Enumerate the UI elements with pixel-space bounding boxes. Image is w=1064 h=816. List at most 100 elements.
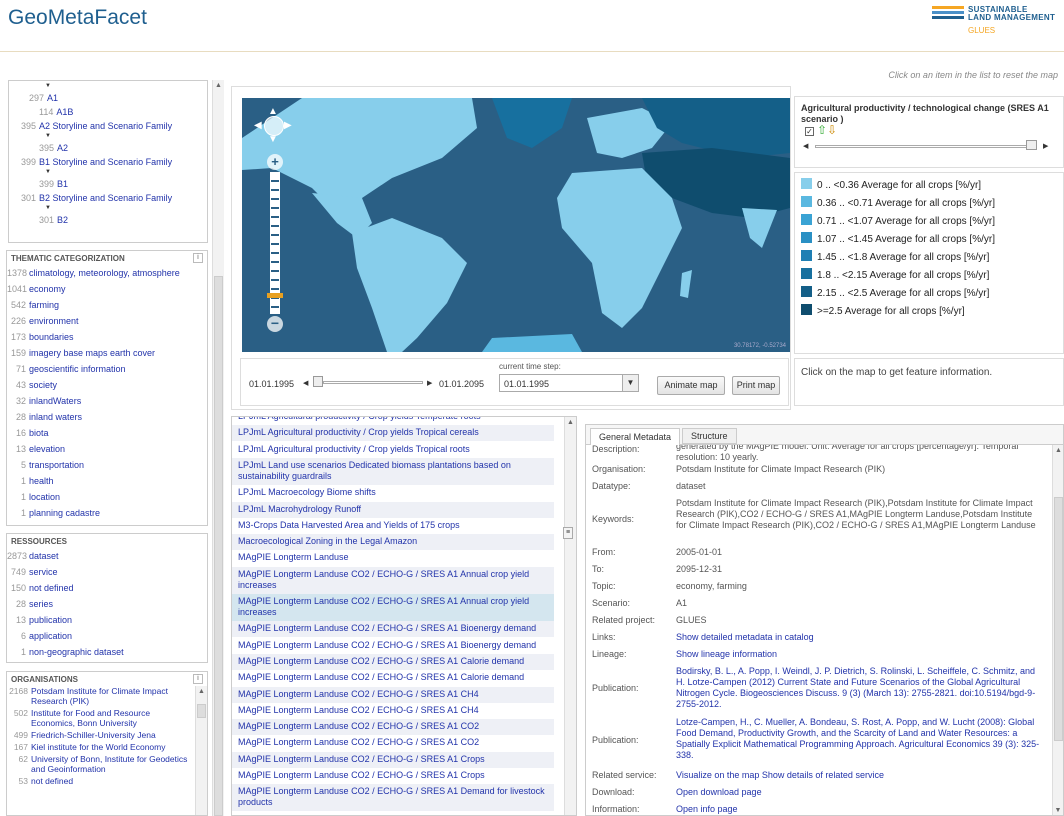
result-item[interactable]: MAgPIE Longterm Landuse CO2 / ECHO-G / S… xyxy=(232,621,554,638)
result-item[interactable]: MAgPIE Longterm Landuse CO2 / ECHO-G / S… xyxy=(232,751,554,768)
scenario-tree-item[interactable]: 114 A1B xyxy=(9,105,207,119)
thematic-item[interactable]: 28 inland waters xyxy=(7,409,207,425)
print-map-button[interactable]: Print map xyxy=(732,376,780,395)
result-item[interactable]: MAgPIE Longterm Landuse CO2 / ECHO-G / S… xyxy=(232,719,554,736)
left-scrollbar[interactable]: ▲ xyxy=(212,80,224,816)
organisations-item[interactable]: 502 Institute for Food and Resource Econo… xyxy=(7,708,195,728)
scenario-tree-item[interactable]: 399 B1 xyxy=(9,177,207,191)
result-item[interactable]: MAgPIE Longterm Landuse CO2 / ECHO-G / S… xyxy=(232,566,554,594)
thematic-item[interactable]: 43 society xyxy=(7,377,207,393)
thematic-item[interactable]: 159 imagery base maps earth cover xyxy=(7,345,207,361)
pan-left-icon[interactable]: ◀ xyxy=(254,120,262,131)
time-left-icon[interactable]: ◀ xyxy=(303,379,308,387)
organisations-item[interactable]: 2168 Potsdam Institute for Climate Impact… xyxy=(7,686,195,706)
resources-item[interactable]: 6 application xyxy=(7,628,207,644)
metadata-scrollbar[interactable]: ▲ ▼ xyxy=(1052,445,1063,815)
info-icon[interactable]: i xyxy=(193,253,203,263)
metadata-value[interactable]: Show lineage information xyxy=(676,649,1041,660)
thematic-item[interactable]: 173 boundaries xyxy=(7,329,207,345)
thematic-item[interactable]: 16 biota xyxy=(7,425,207,441)
zoom-handle[interactable] xyxy=(267,293,283,298)
organisations-item[interactable]: 499 Friedrich-Schiller-University Jena xyxy=(7,730,195,740)
chevron-down-icon[interactable]: ▼ xyxy=(622,375,638,391)
thematic-item[interactable]: 71 geoscientific information xyxy=(7,361,207,377)
thematic-item[interactable]: 1 planning cadastre xyxy=(7,505,207,521)
result-item[interactable]: MAgPIE Longterm Landuse CO2 / ECHO-G / S… xyxy=(232,784,554,812)
splitter-handle-icon[interactable]: ≡ xyxy=(563,527,573,539)
thematic-item[interactable]: 1 health xyxy=(7,473,207,489)
move-up-icon[interactable]: ⇧ xyxy=(817,124,827,136)
thematic-item[interactable]: 226 environment xyxy=(7,313,207,329)
result-item[interactable]: MAgPIE Longterm Landuse CO2 / ECHO-G / S… xyxy=(232,703,554,719)
opacity-right-icon[interactable]: ▶ xyxy=(1043,142,1048,150)
result-item[interactable]: MAgPIE Longterm Landuse CO2 / ECHO-G / S… xyxy=(232,638,554,654)
opacity-slider[interactable] xyxy=(815,145,1037,148)
result-item[interactable]: MAgPIE Longterm Landuse CO2 / ECHO-G / S… xyxy=(232,653,554,670)
resources-item[interactable]: 28 series xyxy=(7,596,207,612)
time-right-icon[interactable]: ▶ xyxy=(427,379,432,387)
zoom-out-button[interactable]: − xyxy=(267,316,283,332)
thematic-item[interactable]: 13 elevation xyxy=(7,441,207,457)
layer-visibility-checkbox[interactable]: ✓ xyxy=(805,127,814,136)
result-item[interactable]: MAgPIE Longterm Landuse CO2 / ECHO-G / S… xyxy=(232,735,554,751)
result-item[interactable]: Macroecological Zoning in the Legal Amaz… xyxy=(232,534,554,551)
result-item[interactable]: M3-Crops Data Harvested Area and Yields … xyxy=(232,518,554,534)
animate-map-button[interactable]: Animate map xyxy=(657,376,725,395)
pan-up-icon[interactable]: ▲ xyxy=(268,106,278,117)
thematic-item[interactable]: 542 farming xyxy=(7,297,207,313)
organisations-item[interactable]: 53 not defined xyxy=(7,776,195,786)
organisations-scrollbar[interactable]: ▲ xyxy=(195,686,207,815)
result-item[interactable]: LPJmL Macroecology Biome shifts xyxy=(232,485,554,501)
result-item[interactable]: LPJmL Agricultural productivity / Crop y… xyxy=(232,425,554,442)
opacity-handle[interactable] xyxy=(1026,140,1037,150)
metadata-value[interactable]: Open info page xyxy=(676,804,1041,815)
pan-control[interactable]: ▲ ▼ ◀ ▶ xyxy=(254,106,294,146)
resources-item[interactable]: 13 publication xyxy=(7,612,207,628)
thematic-item[interactable]: 1 location xyxy=(7,489,207,505)
expand-arrow-icon[interactable]: ▼ xyxy=(9,205,207,213)
scenario-tree-item[interactable]: 399 B1 Storyline and Scenario Family xyxy=(9,155,207,169)
result-item[interactable]: MAgPIE Longterm Landuse CO2 / ECHO-G / S… xyxy=(232,768,554,784)
metadata-value[interactable]: Bodirsky, B. L., A. Popp, I. Weindl, J. … xyxy=(676,666,1041,710)
resources-item[interactable]: 1 non-geographic dataset xyxy=(7,644,207,660)
scenario-tree-item[interactable]: 297 A1 xyxy=(9,91,207,105)
pan-right-icon[interactable]: ▶ xyxy=(284,120,292,131)
result-item[interactable]: MAgPIE Longterm Landuse CO2 / ECHO-G / S… xyxy=(232,594,554,621)
metadata-value[interactable]: Visualize on the map Show details of rel… xyxy=(676,770,1041,781)
time-handle[interactable] xyxy=(313,376,323,387)
pan-down-icon[interactable]: ▼ xyxy=(268,134,278,145)
expand-arrow-icon[interactable]: ▼ xyxy=(9,133,207,141)
opacity-left-icon[interactable]: ◀ xyxy=(803,142,808,150)
resources-item[interactable]: 150 not defined xyxy=(7,580,207,596)
move-down-icon[interactable]: ⇩ xyxy=(827,124,837,136)
tab-structure[interactable]: Structure xyxy=(682,428,737,444)
scenario-tree-item[interactable]: 301 B2 xyxy=(9,213,207,227)
result-item[interactable]: LPJmL Land use scenarios Dedicated bioma… xyxy=(232,457,554,485)
result-item[interactable]: MAgPIE Longterm Landuse CO2 / ECHO-G / S… xyxy=(232,686,554,703)
expand-arrow-icon[interactable]: ▼ xyxy=(9,83,207,91)
time-slider[interactable] xyxy=(323,381,423,384)
time-step-select[interactable]: 01.01.1995 ▼ xyxy=(499,374,639,392)
organisations-item[interactable]: 62 University of Bonn, Institute for Geod… xyxy=(7,754,195,774)
scenario-tree-item[interactable]: 395 A2 Storyline and Scenario Family xyxy=(9,119,207,133)
tab-general-metadata[interactable]: General Metadata xyxy=(590,428,681,445)
organisations-item[interactable]: 167 Kiel institute for the World Economy xyxy=(7,742,195,752)
map-canvas[interactable]: ▲ ▼ ◀ ▶ + − 30.78172, -0.52734 xyxy=(242,98,790,352)
result-item[interactable]: LPJmL Macrohydrology Runoff xyxy=(232,501,554,518)
thematic-item[interactable]: 32 inlandWaters xyxy=(7,393,207,409)
scenario-tree-item[interactable]: 395 A2 xyxy=(9,141,207,155)
results-scrollbar[interactable]: ▲ xyxy=(564,417,576,815)
expand-arrow-icon[interactable]: ▼ xyxy=(9,169,207,177)
metadata-value[interactable]: Show detailed metadata in catalog xyxy=(676,632,1041,643)
zoom-bar[interactable]: + − xyxy=(267,154,283,334)
zoom-in-button[interactable]: + xyxy=(267,154,283,170)
result-item[interactable]: LPJmL Agricultural productivity / Crop y… xyxy=(232,417,554,425)
resources-item[interactable]: 749 service xyxy=(7,564,207,580)
thematic-item[interactable]: 1378 climatology, meteorology, atmosphere xyxy=(7,265,207,281)
metadata-value[interactable]: Lotze-Campen, H., C. Mueller, A. Bondeau… xyxy=(676,717,1041,761)
result-item[interactable]: MAgPIE Longterm Landuse xyxy=(232,550,554,566)
thematic-item[interactable]: 5 transportation xyxy=(7,457,207,473)
result-item[interactable]: MAgPIE Longterm Landuse CO2 / ECHO-G / S… xyxy=(232,670,554,686)
result-item[interactable]: LPJmL Agricultural productivity / Crop y… xyxy=(232,442,554,458)
metadata-value[interactable]: Open download page xyxy=(676,787,1041,798)
